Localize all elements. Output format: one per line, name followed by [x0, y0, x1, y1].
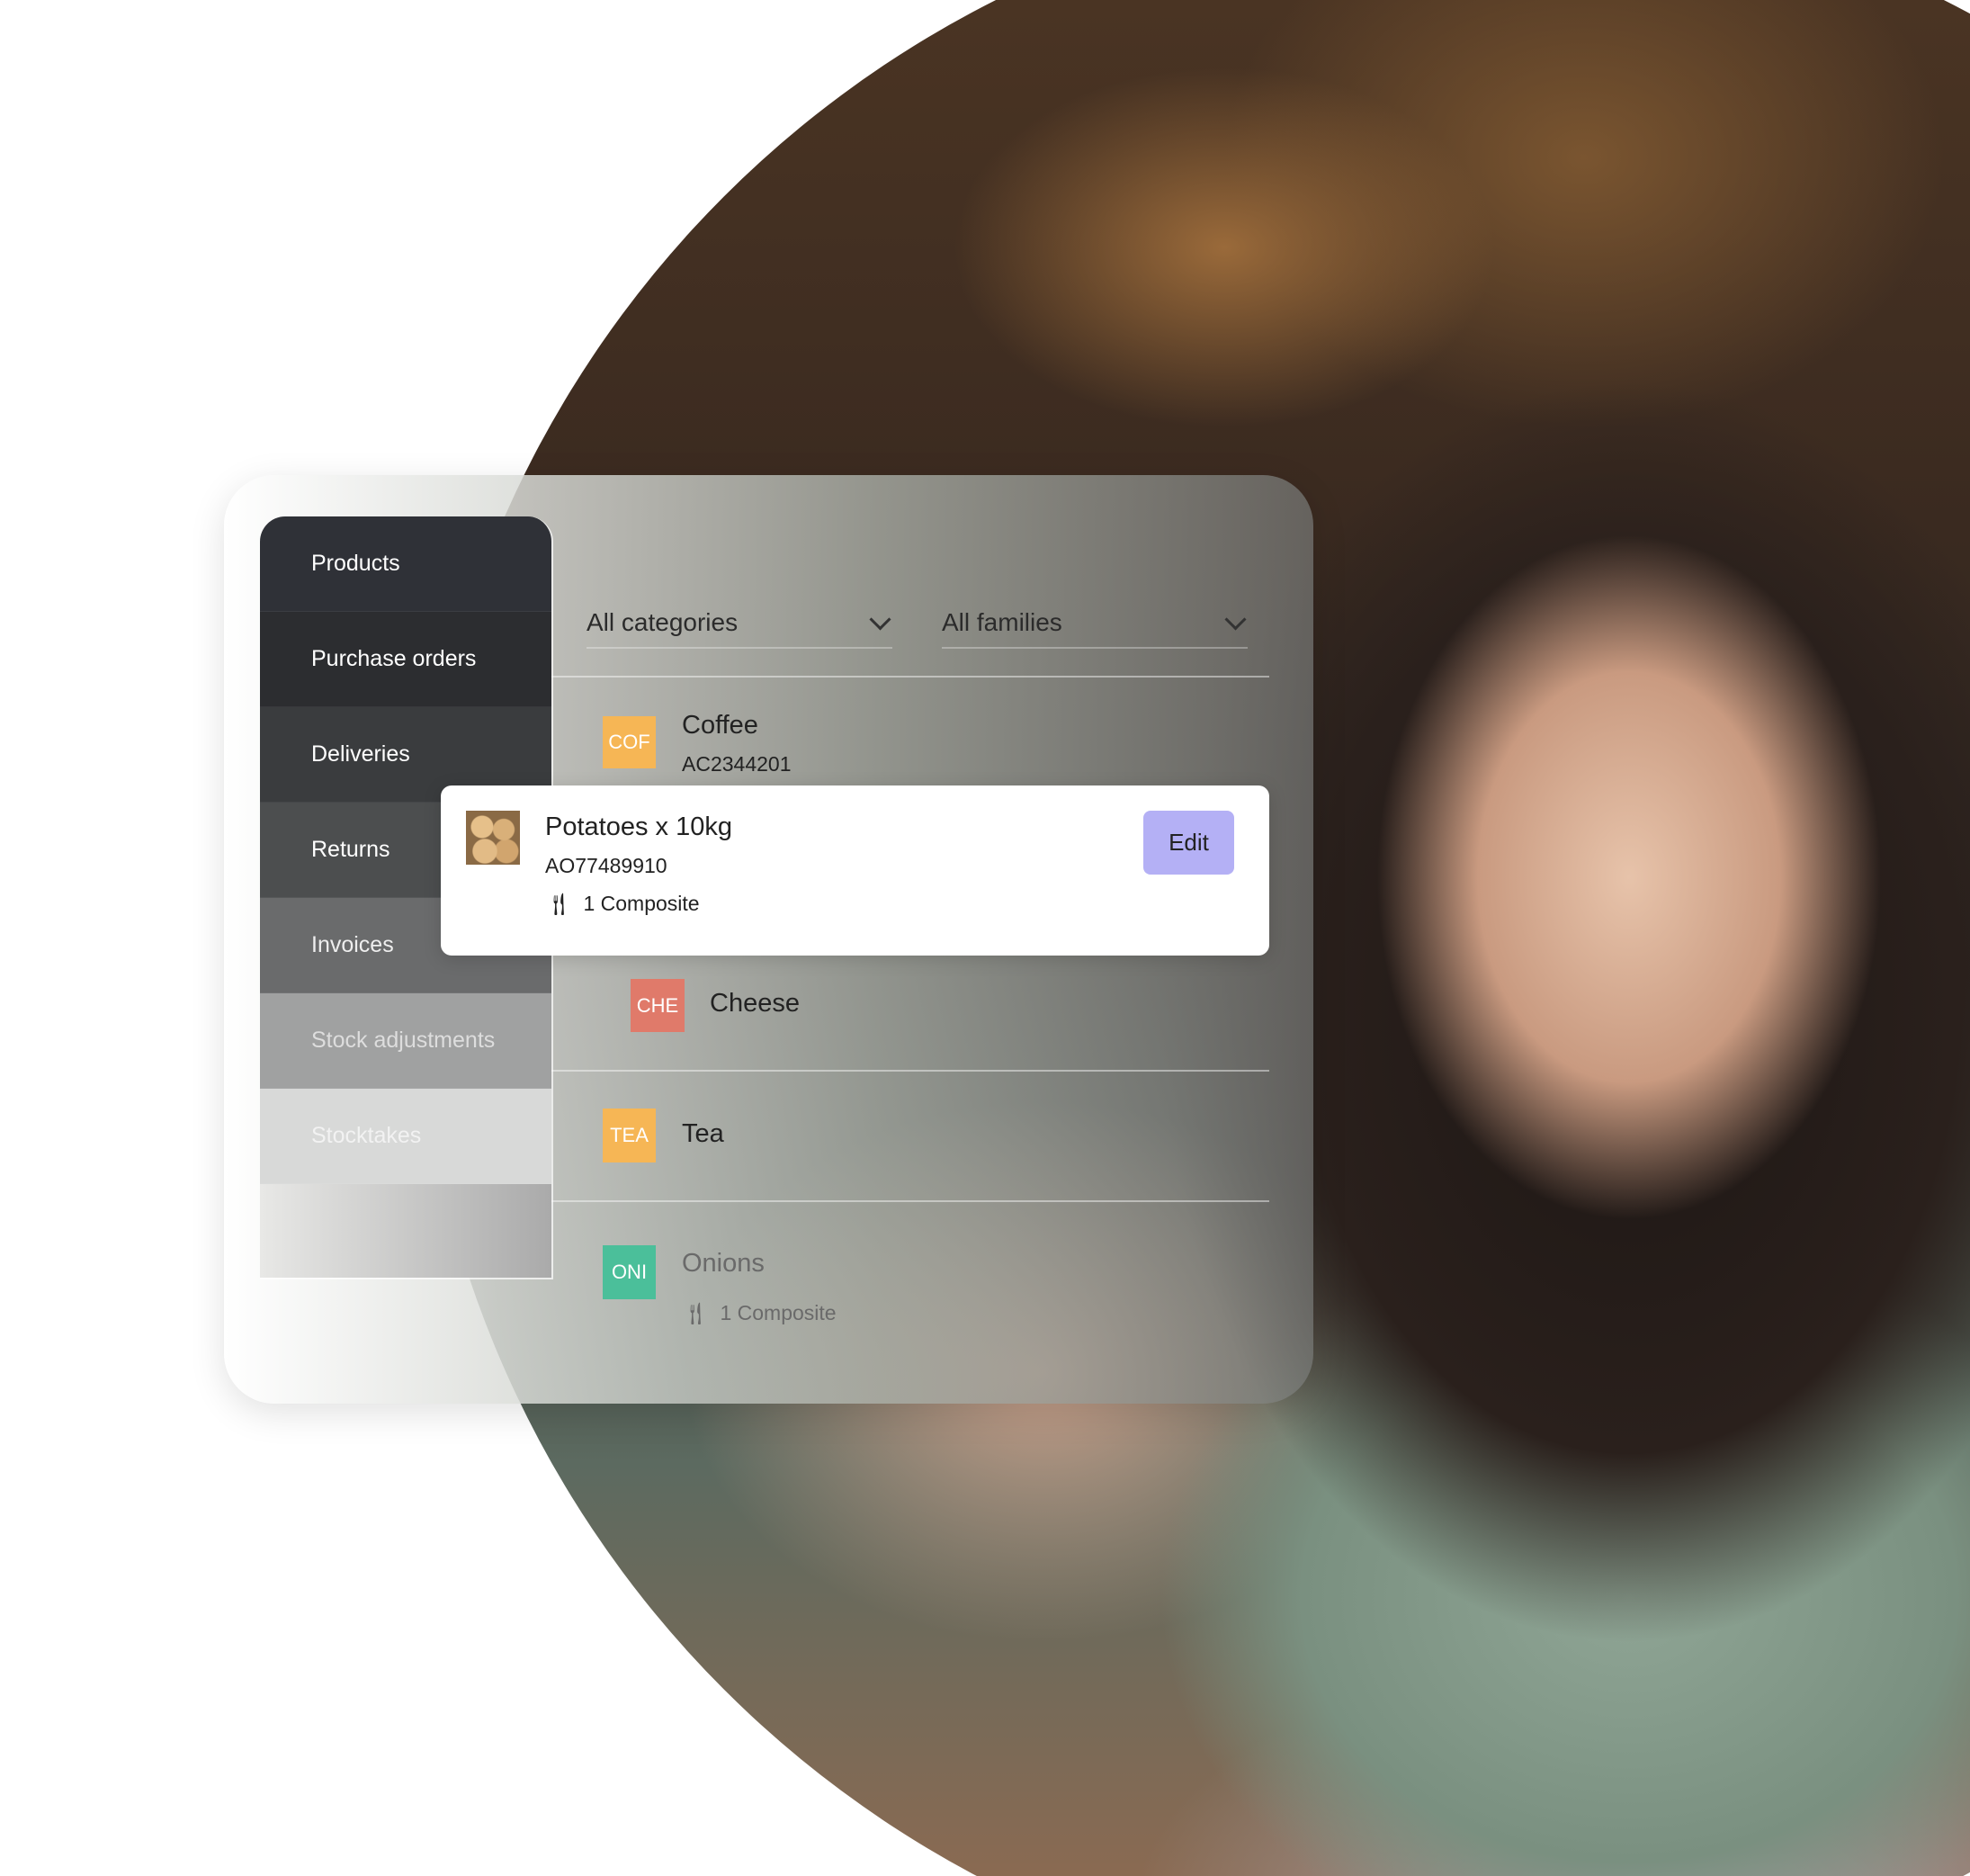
sidebar-empty	[260, 1184, 551, 1278]
product-code: AO77489910	[545, 854, 667, 877]
product-name: Cheese	[710, 989, 800, 1018]
category-dropdown[interactable]: All categories	[587, 608, 738, 637]
sidebar-item-label: Products	[311, 551, 400, 576]
product-name: Tea	[682, 1119, 724, 1148]
product-name: Coffee	[682, 711, 758, 740]
family-dropdown-value: All families	[942, 608, 1062, 636]
sidebar-item-label: Returns	[311, 837, 390, 862]
fork-knife-icon: 🍴︎	[682, 1302, 710, 1327]
product-name: Onions	[682, 1249, 765, 1278]
potatoes-thumbnail	[466, 811, 520, 865]
product-row-potatoes[interactable]: Potatoes x 10kg AO77489910 🍴︎ 1 Composite…	[441, 785, 1269, 956]
sidebar-item-label: Invoices	[311, 932, 394, 957]
family-dropdown[interactable]: All families	[942, 608, 1062, 637]
composite-count: 1 Composite	[720, 1301, 837, 1324]
sidebar-item-purchase-orders[interactable]: Purchase orders	[260, 612, 551, 707]
sidebar-item-stock-adjustments[interactable]: Stock adjustments	[260, 993, 551, 1089]
edit-button[interactable]: Edit	[1143, 811, 1234, 875]
product-code: AC2344201	[682, 752, 792, 776]
product-badge: COF	[603, 716, 656, 768]
dropdown-underline	[942, 647, 1248, 649]
product-badge: CHE	[631, 979, 685, 1032]
sidebar-item-stocktakes[interactable]: Stocktakes	[260, 1089, 551, 1184]
sidebar-item-label: Purchase orders	[311, 646, 477, 671]
sidebar-item-label: Stock adjustments	[311, 1028, 496, 1053]
category-dropdown-value: All categories	[587, 608, 739, 636]
divider	[551, 1200, 1269, 1202]
composite-count: 1 Composite	[583, 892, 700, 915]
divider	[551, 1070, 1269, 1072]
divider	[551, 676, 1269, 678]
sidebar-item-products[interactable]: Products	[260, 516, 551, 612]
sidebar-item-label: Stocktakes	[311, 1123, 422, 1148]
product-name: Potatoes x 10kg	[545, 812, 732, 841]
product-badge: ONI	[603, 1245, 656, 1299]
product-badge: TEA	[603, 1109, 656, 1162]
sidebar-item-label: Deliveries	[311, 741, 410, 767]
fork-knife-icon: 🍴︎	[545, 893, 573, 918]
dropdown-underline	[587, 647, 892, 649]
